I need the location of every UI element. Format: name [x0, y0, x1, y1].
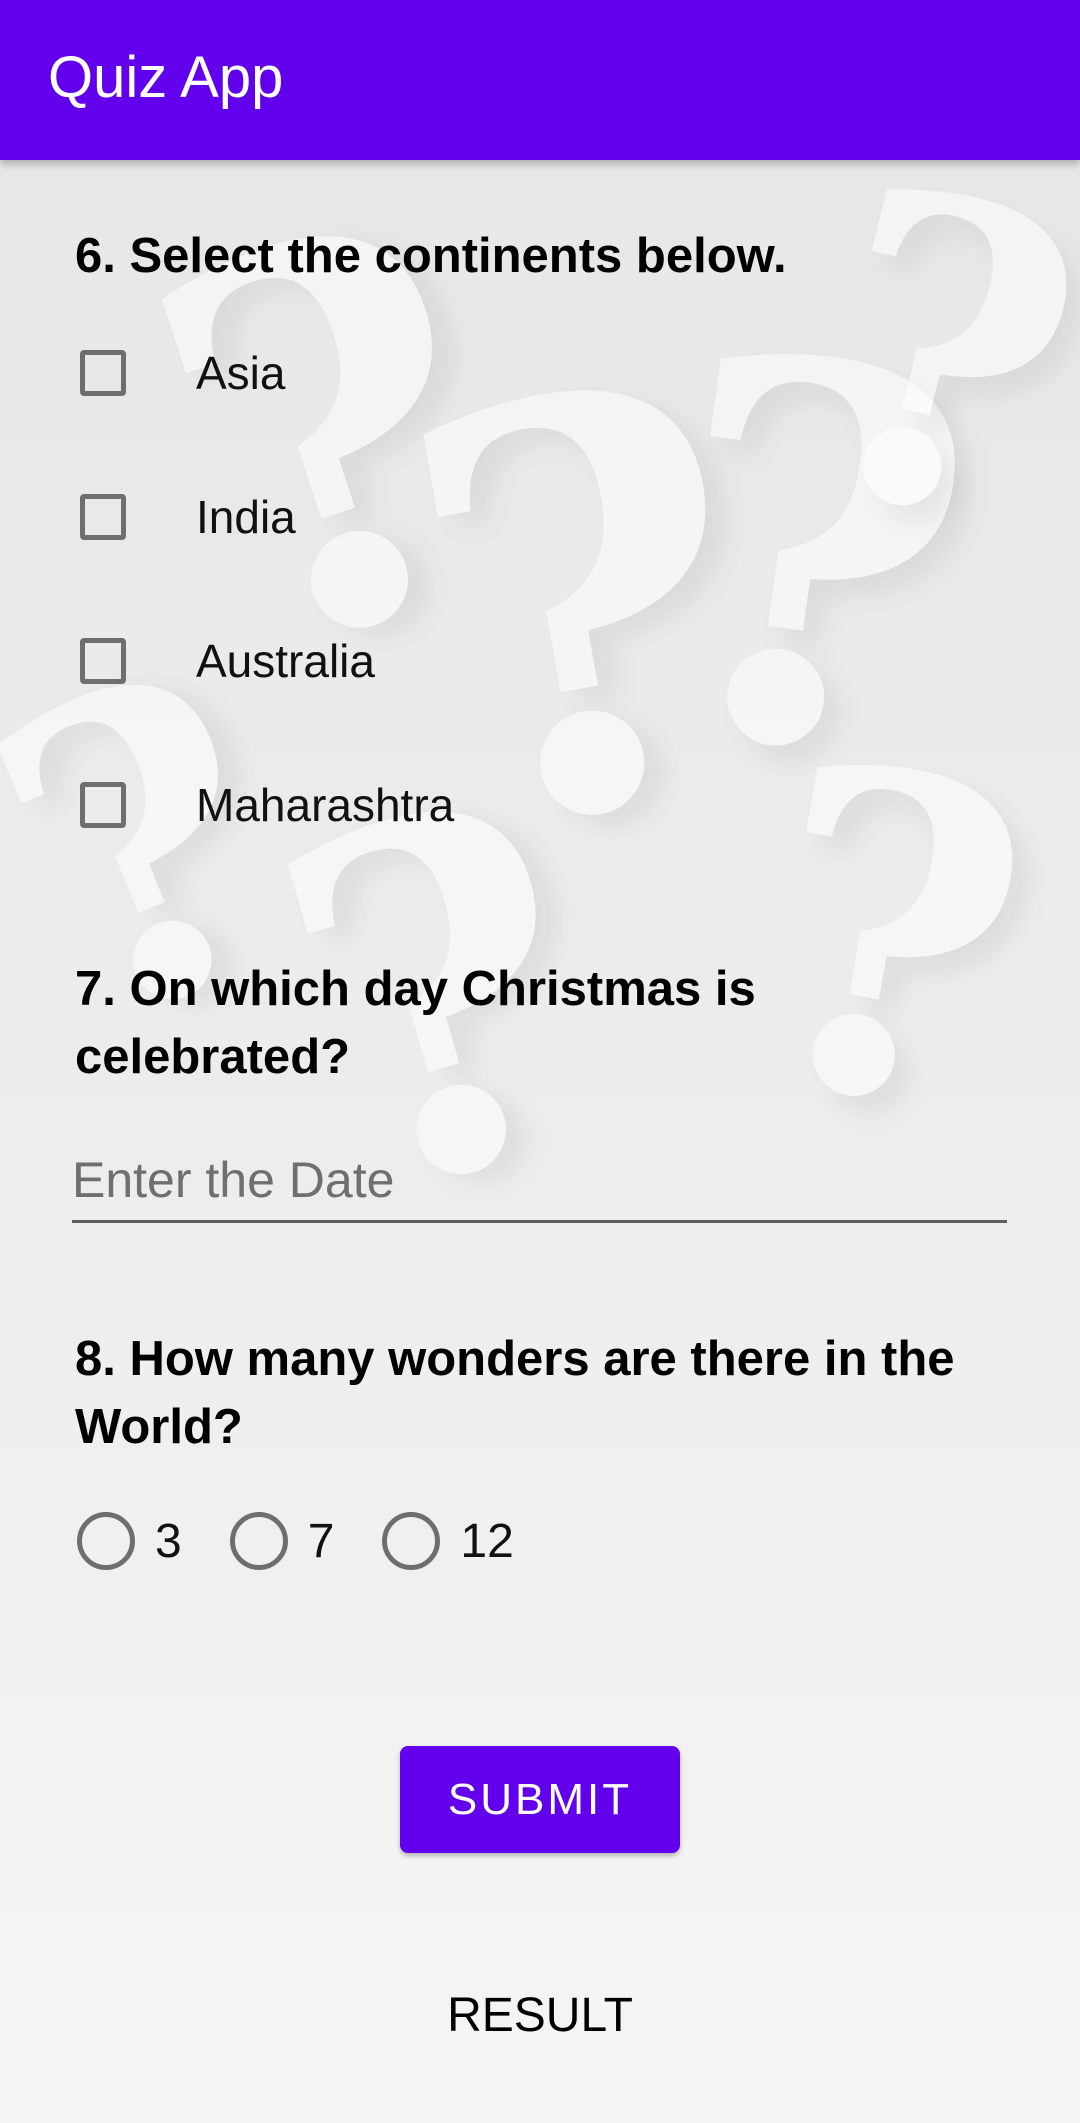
app-title: Quiz App — [48, 45, 284, 110]
question-7-text: 7. On which day Christmas is celebrated? — [75, 962, 756, 1084]
checkbox[interactable] — [80, 350, 126, 396]
checkbox-label: Australia — [196, 635, 375, 687]
checkbox-option-australia[interactable]: Australia — [80, 631, 375, 691]
radio-button[interactable] — [77, 1512, 135, 1570]
radio-label: 3 — [155, 1514, 182, 1568]
wonders-radio-group: 3 7 12 — [77, 1512, 562, 1570]
result-button[interactable]: RESULT — [390, 1980, 690, 2050]
checkbox-option-maharashtra[interactable]: Maharashtra — [80, 775, 454, 835]
checkbox[interactable] — [80, 638, 126, 684]
radio-option-12[interactable]: 12 — [382, 1512, 514, 1570]
radio-button[interactable] — [229, 1512, 288, 1570]
question-8-text: 8. How many wonders are there in the Wor… — [75, 1332, 955, 1454]
checkbox[interactable] — [80, 494, 126, 540]
radio-label: 12 — [460, 1514, 514, 1568]
date-input[interactable] — [72, 1140, 1007, 1223]
submit-button[interactable]: SUBMIT — [400, 1746, 680, 1853]
radio-button[interactable] — [382, 1512, 441, 1570]
checkbox-option-india[interactable]: India — [80, 487, 296, 547]
question-6-text: 6. Select the continents below. — [75, 229, 787, 283]
radio-label: 7 — [307, 1514, 335, 1568]
app-bar: Quiz App — [0, 0, 1080, 160]
checkbox-option-asia[interactable]: Asia — [80, 343, 285, 403]
checkbox-label: India — [196, 491, 296, 543]
quiz-content: 6. Select the continents below. Asia Ind… — [0, 0, 1080, 2123]
checkbox-label: Maharashtra — [196, 779, 455, 831]
checkbox-label: Asia — [196, 347, 286, 399]
checkbox[interactable] — [80, 782, 126, 828]
radio-option-7[interactable]: 7 — [229, 1512, 335, 1570]
radio-option-3[interactable]: 3 — [77, 1512, 182, 1570]
